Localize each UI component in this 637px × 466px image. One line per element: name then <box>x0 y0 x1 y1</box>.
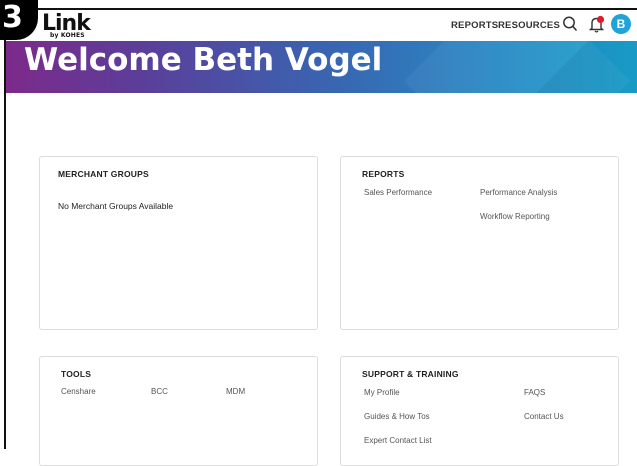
report-link-sales-performance[interactable]: Sales Performance <box>364 188 432 197</box>
support-training-title: SUPPORT & TRAINING <box>362 369 459 379</box>
tool-link-mdm[interactable]: MDM <box>226 387 245 396</box>
support-link-guides-how-tos[interactable]: Guides & How Tos <box>364 412 430 421</box>
merchant-groups-empty-text: No Merchant Groups Available <box>58 201 174 211</box>
search-icon[interactable] <box>562 15 578 33</box>
user-avatar[interactable]: B <box>611 14 631 34</box>
nav-reports-link[interactable]: REPORTS <box>451 20 498 31</box>
merchant-groups-card: MERCHANT GROUPS No Merchant Groups Avail… <box>39 156 318 330</box>
tool-link-bcc[interactable]: BCC <box>151 387 168 396</box>
reports-title: REPORTS <box>362 169 405 179</box>
merchant-groups-title: MERCHANT GROUPS <box>58 169 149 179</box>
top-navigation-bar: Link by KOHES REPORTS RESOURCES B <box>6 10 637 41</box>
tools-card: TOOLS Censhare BCC MDM <box>39 356 318 466</box>
tool-link-censhare[interactable]: Censhare <box>61 387 96 396</box>
nav-resources-link[interactable]: RESOURCES <box>498 20 560 31</box>
support-link-expert-contact-list[interactable]: Expert Contact List <box>364 436 432 445</box>
report-link-performance-analysis[interactable]: Performance Analysis <box>480 188 557 197</box>
tools-title: TOOLS <box>61 369 92 379</box>
support-link-contact-us[interactable]: Contact Us <box>524 412 564 421</box>
notification-bell-icon[interactable] <box>587 14 607 34</box>
welcome-title: Welcome Beth Vogel <box>24 42 383 78</box>
report-link-workflow-reporting[interactable]: Workflow Reporting <box>480 212 550 221</box>
support-training-card: SUPPORT & TRAINING My Profile FAQS Guide… <box>340 356 619 466</box>
welcome-banner: Welcome Beth Vogel <box>6 41 637 93</box>
support-link-my-profile[interactable]: My Profile <box>364 388 400 397</box>
support-link-faqs[interactable]: FAQS <box>524 388 545 397</box>
reports-card: REPORTS Sales Performance Performance An… <box>340 156 619 330</box>
app-logo-sub: by KOHES <box>50 32 85 39</box>
